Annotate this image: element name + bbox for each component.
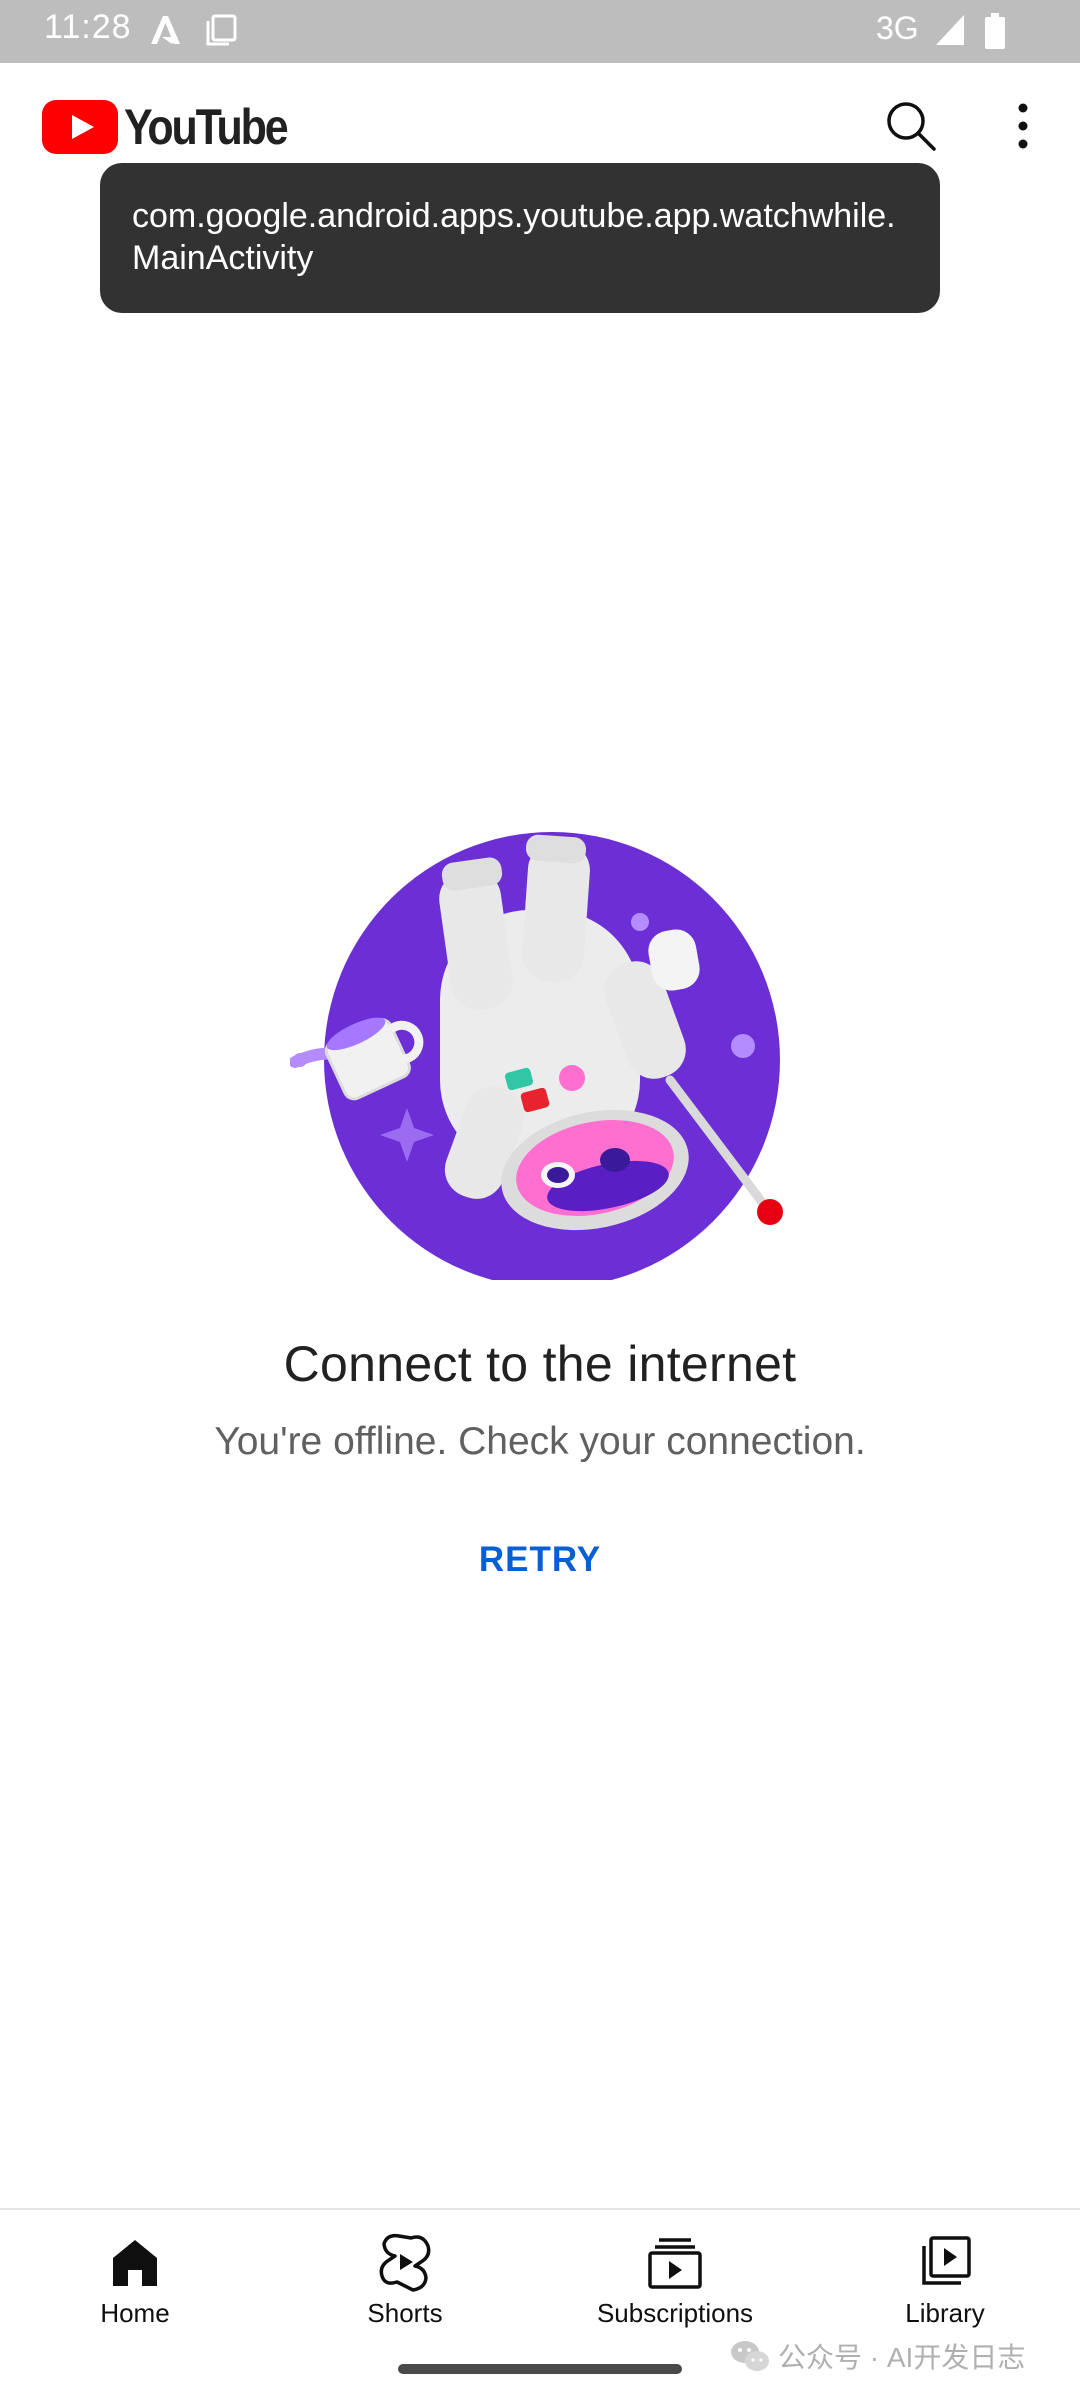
search-icon <box>887 102 936 151</box>
watermark-text: 公众号 · AI开发日志 <box>778 2342 1026 2373</box>
youtube-logo[interactable]: YouTube <box>42 98 313 156</box>
nav-item-shorts[interactable]: Shorts <box>270 2232 540 2352</box>
retry-button[interactable]: RETRY <box>440 1520 640 1600</box>
copy-icon <box>204 13 238 52</box>
nav-label-subscriptions: Subscriptions <box>596 2298 754 2328</box>
activity-toast: com.google.android.apps.youtube.app.watc… <box>100 163 940 313</box>
nav-label-library: Library <box>905 2298 985 2328</box>
offline-title: Connect to the internet <box>283 1336 797 1392</box>
nav-label-shorts: Shorts <box>367 2298 443 2328</box>
nav-item-library[interactable]: Library <box>810 2232 1080 2352</box>
home-icon <box>113 2240 157 2286</box>
battery-icon <box>984 13 1006 54</box>
more-options-button[interactable] <box>988 91 1058 161</box>
youtube-play-icon <box>42 100 118 154</box>
gesture-home-indicator[interactable] <box>398 2364 682 2374</box>
wechat-icon <box>731 2341 769 2371</box>
subscriptions-icon <box>648 2238 702 2289</box>
watermark: 公众号 · AI开发日志 <box>730 2336 1025 2376</box>
offline-message: You're offline. Check your connection. <box>214 1420 866 1463</box>
network-type: 3G <box>876 10 919 46</box>
offline-astronaut-illustration <box>289 830 790 1288</box>
library-icon <box>922 2236 971 2285</box>
nav-item-home[interactable]: Home <box>0 2232 270 2352</box>
nav-label-home: Home <box>100 2298 170 2328</box>
shorts-icon <box>379 2233 431 2292</box>
search-button[interactable] <box>876 91 946 161</box>
nav-item-subscriptions[interactable]: Subscriptions <box>540 2232 810 2352</box>
status-time: 11:28 <box>44 8 132 46</box>
logo-wordmark: YouTube <box>124 99 289 155</box>
more-vertical-icon <box>1018 103 1028 149</box>
status-bar: 11:28 3G <box>0 0 1080 63</box>
notification-a-icon <box>148 13 182 52</box>
signal-icon <box>934 13 966 52</box>
